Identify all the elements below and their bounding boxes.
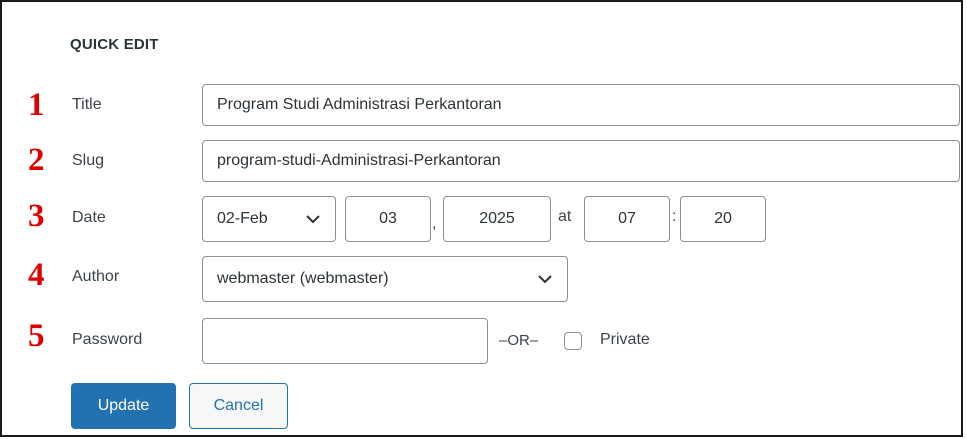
password-input[interactable] <box>202 318 488 364</box>
hour-input[interactable]: 07 <box>584 196 670 242</box>
annotation-marker-3: 3 <box>28 198 45 234</box>
quick-edit-heading: QUICK EDIT <box>70 36 159 53</box>
author-select-value: webmaster (webmaster) <box>217 270 389 287</box>
author-label: Author <box>72 268 120 285</box>
month-select-value: 02-Feb <box>217 210 268 227</box>
private-label: Private <box>600 331 650 348</box>
annotation-marker-4: 4 <box>28 257 45 293</box>
month-select[interactable]: 02-Feb <box>202 196 336 242</box>
year-input[interactable]: 2025 <box>443 196 551 242</box>
day-separator: , <box>432 215 437 232</box>
minute-input[interactable]: 20 <box>680 196 766 242</box>
date-label: Date <box>72 209 106 226</box>
annotation-marker-5: 5 <box>28 318 45 354</box>
password-label: Password <box>72 331 143 348</box>
time-separator: : <box>672 208 677 225</box>
update-button[interactable]: Update <box>71 383 176 429</box>
annotation-marker-1: 1 <box>28 87 45 123</box>
slug-label: Slug <box>72 152 105 169</box>
chevron-down-icon <box>538 275 552 284</box>
title-label: Title <box>72 96 102 113</box>
private-checkbox[interactable] <box>564 332 582 350</box>
day-input[interactable]: 03 <box>345 196 431 242</box>
chevron-down-icon <box>306 215 320 224</box>
at-label: at <box>558 208 572 225</box>
annotation-marker-2: 2 <box>28 142 45 178</box>
author-select[interactable]: webmaster (webmaster) <box>202 256 568 302</box>
slug-input[interactable]: program-studi-Administrasi-Perkantoran <box>202 140 960 182</box>
quick-edit-panel: QUICK EDIT 1 Title Program Studi Adminis… <box>0 0 963 437</box>
title-input[interactable]: Program Studi Administrasi Perkantoran <box>202 84 960 126</box>
cancel-button[interactable]: Cancel <box>189 383 288 429</box>
or-label: –OR– <box>499 332 539 349</box>
